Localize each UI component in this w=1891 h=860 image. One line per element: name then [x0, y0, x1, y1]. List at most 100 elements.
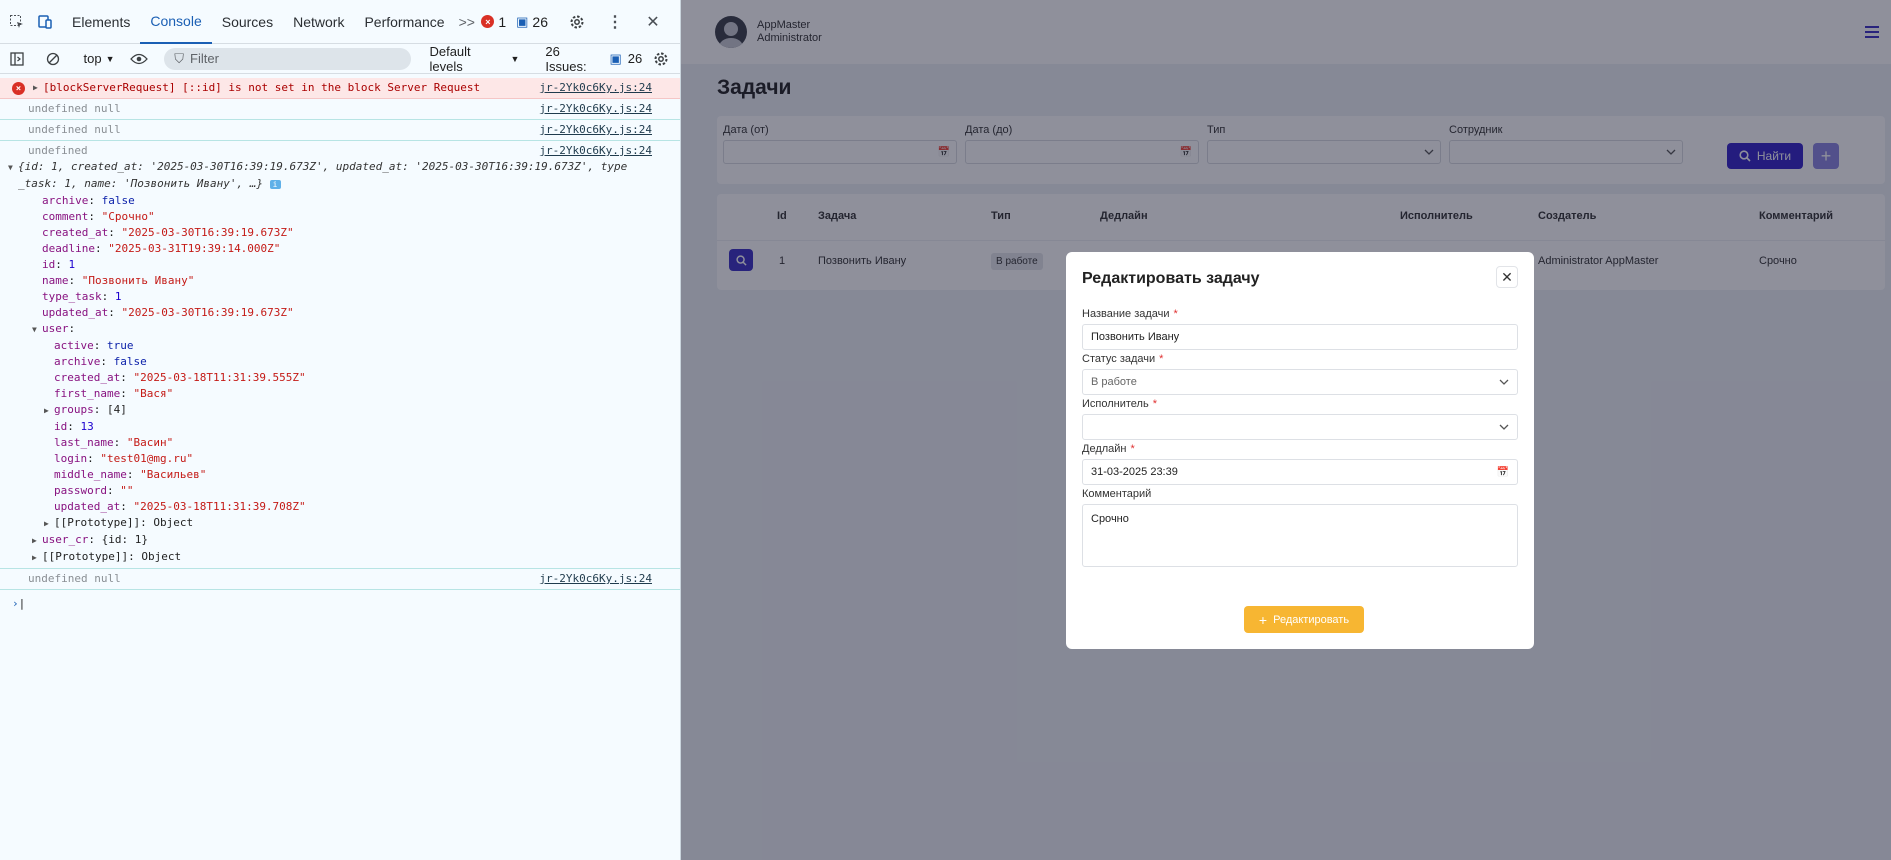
object-property[interactable]: ▶ groups: [4] [18, 402, 306, 419]
property-key: user_cr [42, 533, 89, 546]
field-label: Статус задачи [1082, 353, 1156, 365]
log-text: undefined [28, 144, 88, 157]
log-text: undefined null [28, 572, 121, 585]
object-property: login: "test01@mg.ru" [54, 452, 194, 465]
issues-count: 26 [627, 51, 643, 66]
source-link[interactable]: jr-2Yk0c6Ky.js:24 [539, 122, 652, 138]
object-property[interactable]: ▼ user: [18, 321, 306, 338]
context-select[interactable]: top ▼ [78, 51, 121, 66]
field-assignee: Исполнитель * [1082, 398, 1518, 440]
error-count: 1 [498, 13, 507, 30]
expand-triangle-icon[interactable]: ▶ [44, 403, 54, 419]
property-value: [4] [107, 403, 127, 416]
field-task-name: Название задачи * Позвонить Ивану [1082, 308, 1518, 350]
device-toolbar-icon[interactable] [34, 11, 56, 33]
tab-sources[interactable]: Sources [212, 0, 283, 44]
eye-icon[interactable] [129, 48, 151, 70]
comment-value: Срочно [1091, 513, 1129, 525]
kebab-menu-icon[interactable]: ⋮ [604, 11, 626, 33]
issues-button[interactable]: 26 Issues: ▣ 26 [545, 44, 642, 74]
property-value: {id: 1} [101, 533, 148, 546]
expand-triangle-icon[interactable]: ▶ [32, 533, 42, 549]
app-area: AppMaster Administrator Задачи Дата (от)… [681, 0, 1891, 860]
status-select[interactable]: В работе [1082, 369, 1518, 395]
property-value: "Срочно" [101, 210, 155, 223]
tab-elements[interactable]: Elements [62, 0, 140, 44]
chevron-down-icon [1499, 424, 1509, 430]
levels-select[interactable]: Default levels ▼ [423, 44, 525, 74]
source-link[interactable]: jr-2Yk0c6Ky.js:24 [539, 80, 652, 96]
dropdown-arrow-icon: ▼ [105, 53, 115, 64]
submit-edit-button[interactable]: + Редактировать [1244, 606, 1364, 633]
object-property: middle_name: "Васильев" [54, 468, 207, 481]
inspect-element-icon[interactable] [6, 11, 28, 33]
filter-input[interactable]: ⛉ Filter [164, 47, 412, 70]
property-key: created_at [42, 226, 109, 239]
object-summary[interactable]: {id: 1, created_at: '2025-03-30T16:39:19… [18, 160, 627, 173]
property-value: false [113, 355, 147, 368]
comment-textarea[interactable]: Срочно [1082, 504, 1518, 567]
error-icon: × [481, 15, 495, 28]
tab-console[interactable]: Console [140, 0, 212, 44]
error-message: [blockServerRequest] [::id] is not set i… [43, 81, 481, 94]
field-comment: Комментарий Срочно [1082, 488, 1518, 567]
filter-placeholder: Filter [190, 51, 219, 66]
close-devtools-icon[interactable]: ✕ [642, 11, 664, 33]
settings-gear-icon[interactable] [566, 11, 588, 33]
info-icon: i [269, 180, 281, 189]
edit-task-modal: Редактировать задачу ✕ Название задачи * … [1066, 252, 1534, 649]
object-property[interactable]: ▶ user_cr: {id: 1} [18, 532, 306, 549]
field-deadline: Дедлайн * 31-03-2025 23:39 📅 [1082, 443, 1518, 485]
tab-performance[interactable]: Performance [354, 0, 454, 44]
close-icon[interactable]: ✕ [1496, 266, 1518, 288]
property-key: groups [54, 403, 94, 416]
calendar-icon[interactable]: 📅 [1497, 467, 1509, 478]
expand-triangle-icon[interactable]: ▶ [44, 516, 54, 532]
property-key: type_task [42, 290, 102, 303]
task-name-input[interactable]: Позвонить Ивану [1082, 324, 1518, 350]
property-value: "Васильев" [140, 468, 207, 481]
console-prompt[interactable]: ›| [0, 590, 680, 618]
context-value: top [83, 51, 102, 66]
field-label: Комментарий [1082, 488, 1152, 500]
console-settings-gear-icon[interactable] [650, 48, 672, 70]
property-key: created_at [54, 371, 121, 384]
source-link[interactable]: jr-2Yk0c6Ky.js:24 [539, 143, 652, 159]
property-value: true [107, 339, 134, 352]
object-property: password: "" [54, 484, 134, 497]
prototype-row[interactable]: ▶ [[Prototype]]: Object [18, 515, 306, 532]
console-error-row[interactable]: × ▶ [blockServerRequest] [::id] is not s… [0, 78, 680, 99]
required-mark: * [1173, 308, 1178, 320]
property-value: "" [120, 484, 134, 497]
source-link[interactable]: jr-2Yk0c6Ky.js:24 [539, 101, 652, 117]
property-value: "test01@mg.ru" [100, 452, 194, 465]
source-link[interactable]: jr-2Yk0c6Ky.js:24 [539, 571, 652, 587]
property-key: name [42, 274, 69, 287]
expand-triangle-icon[interactable]: ▶ [32, 550, 42, 566]
sidebar-toggle-icon[interactable] [6, 48, 28, 70]
property-key: active [54, 339, 94, 352]
object-property: first_name: "Вася" [54, 387, 174, 400]
chevron-down-icon [1499, 379, 1509, 385]
property-value: "Позвонить Ивану" [81, 274, 195, 287]
error-counter[interactable]: × 1 [481, 14, 506, 30]
collapse-triangle-icon[interactable]: ▼ [8, 160, 18, 176]
modal-title: Редактировать задачу [1082, 270, 1260, 287]
property-key: updated_at [42, 306, 109, 319]
expand-triangle-icon[interactable]: ▶ [33, 80, 43, 96]
required-mark: * [1130, 443, 1135, 455]
object-property: type_task: 1 [42, 290, 122, 303]
deadline-input[interactable]: 31-03-2025 23:39 📅 [1082, 459, 1518, 485]
clear-console-icon[interactable] [42, 48, 64, 70]
property-key: archive [42, 194, 89, 207]
tab-network[interactable]: Network [283, 0, 354, 44]
property-value: "2025-03-30T16:39:19.673Z" [121, 226, 294, 239]
message-icon: ▣ [609, 50, 622, 66]
property-value: "Васин" [126, 436, 174, 449]
collapse-triangle-icon[interactable]: ▼ [32, 322, 42, 338]
more-tabs-button[interactable]: >> [455, 0, 479, 44]
console-output: × ▶ [blockServerRequest] [::id] is not s… [0, 78, 680, 618]
message-counter[interactable]: ▣ 26 [516, 14, 548, 30]
assignee-select[interactable] [1082, 414, 1518, 440]
prototype-row[interactable]: ▶ [[Prototype]]: Object [18, 549, 306, 566]
